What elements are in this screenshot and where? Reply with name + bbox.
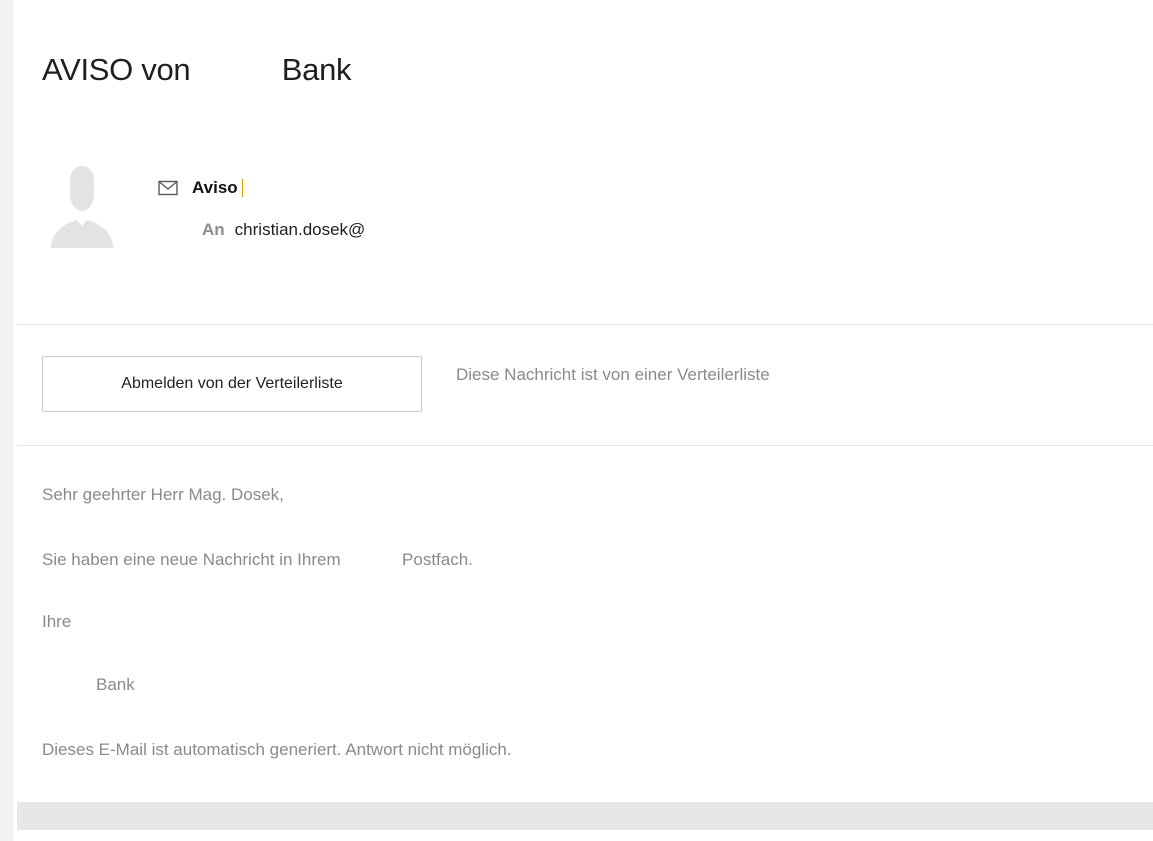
unsubscribe-button[interactable]: Abmelden von der Verteilerliste <box>42 356 422 412</box>
body-greeting: Sehr geehrter Herr Mag. Dosek, <box>42 485 284 504</box>
body-signature: Bank <box>96 675 135 694</box>
email-subject: AVISO von Bank <box>42 52 352 87</box>
body-auto-note: Dieses E-Mail ist automatisch generiert.… <box>42 740 512 759</box>
body-closing: Ihre <box>42 612 72 631</box>
body-new-message: Sie haben eine neue Nachricht in Ihrem P… <box>42 550 473 569</box>
sender-row: Aviso <box>158 176 243 200</box>
text-cursor <box>241 179 243 197</box>
sender-name[interactable]: Aviso <box>192 178 238 198</box>
mailing-list-note: Diese Nachricht ist von einer Verteilerl… <box>456 365 770 384</box>
list-divider <box>17 445 1153 446</box>
recipient-label: An <box>202 220 225 239</box>
recipient-row: An christian.dosek@ <box>202 220 365 240</box>
header-divider <box>17 324 1153 325</box>
email-view: AVISO von Bank Aviso An christian.dosek@… <box>0 0 1153 841</box>
envelope-icon <box>158 180 178 196</box>
person-placeholder-icon <box>46 166 118 248</box>
recipient-address[interactable]: christian.dosek@ <box>235 220 366 240</box>
footer-bar <box>17 802 1153 830</box>
left-rail <box>0 0 13 841</box>
